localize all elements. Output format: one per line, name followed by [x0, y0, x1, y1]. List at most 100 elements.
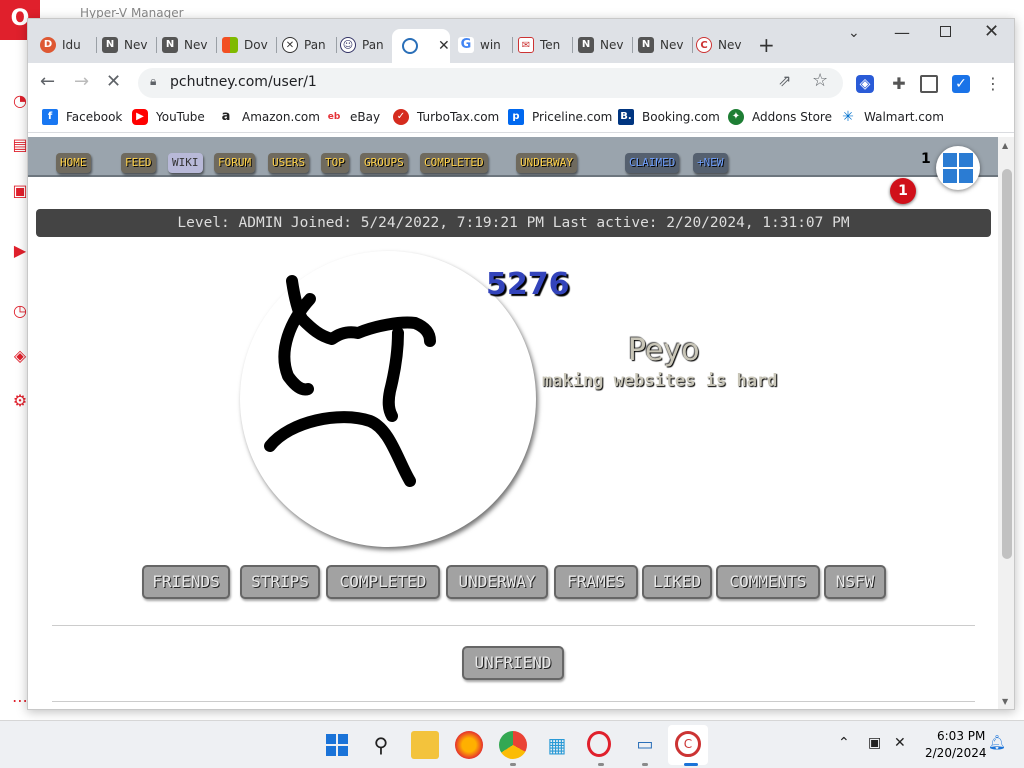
- pchutney-app-icon[interactable]: C: [675, 731, 701, 757]
- bookmark-star-icon[interactable]: ☆: [812, 70, 828, 91]
- bookmark-walmart[interactable]: ✳ Walmart.com: [840, 109, 944, 125]
- bookmarks-bar: f Facebook ▶ YouTube a Amazon.com eb eBa…: [28, 103, 1014, 133]
- tab-label: win: [480, 38, 501, 52]
- tab-4[interactable]: Dov: [222, 31, 274, 59]
- bookmark-booking[interactable]: B. Booking.com: [618, 109, 720, 125]
- nev-icon: C: [696, 37, 712, 53]
- hyperv-icon[interactable]: ▭: [631, 731, 659, 759]
- bookmark-label: TurboTax.com: [417, 110, 500, 124]
- tab-active[interactable]: ✕: [392, 29, 450, 63]
- menu-kebab-icon[interactable]: ⋮: [984, 75, 1002, 93]
- tab-label: Idu: [62, 38, 81, 52]
- tab-9[interactable]: ✉ Ten: [518, 31, 570, 59]
- volume-muted-icon[interactable]: ✕: [894, 735, 906, 751]
- extensions-puzzle-icon[interactable]: ✚: [890, 75, 908, 93]
- bookmark-turbotax[interactable]: ✓ TurboTax.com: [393, 109, 499, 125]
- tab-8[interactable]: G win: [458, 31, 510, 59]
- nav-home[interactable]: HOME: [56, 153, 91, 173]
- user-avatar-icon[interactable]: [936, 146, 980, 190]
- scroll-up-icon[interactable]: ▲: [1002, 141, 1008, 150]
- nav-underway[interactable]: UNDERWAY: [516, 153, 577, 173]
- chrome-icon[interactable]: [499, 731, 527, 759]
- url-text[interactable]: pchutney.com/user/1: [170, 74, 317, 90]
- comments-button[interactable]: COMMENTS: [716, 565, 820, 599]
- notification-badge[interactable]: 1: [890, 178, 916, 204]
- nav-users[interactable]: USERS: [268, 153, 310, 173]
- app-cube-icon[interactable]: ▦: [543, 731, 571, 759]
- tab-5[interactable]: ✕ Pan: [282, 31, 334, 59]
- turbotax-icon: ✓: [393, 109, 409, 125]
- shield-extension-icon[interactable]: ◈: [856, 75, 874, 93]
- nav-forum[interactable]: FORUM: [214, 153, 256, 173]
- bookmark-amazon[interactable]: a Amazon.com: [218, 109, 320, 125]
- tab-10[interactable]: N Nev: [578, 31, 630, 59]
- completed-button[interactable]: COMPLETED: [326, 565, 440, 599]
- tab-11[interactable]: N Nev: [638, 31, 690, 59]
- tab-search-chevron-icon[interactable]: ⌄: [848, 25, 860, 41]
- stop-loading-icon[interactable]: ✕: [106, 71, 121, 92]
- lock-icon[interactable]: 🔒︎: [150, 74, 156, 89]
- forward-arrow-icon[interactable]: →: [74, 71, 89, 92]
- tab-12[interactable]: C Nev: [696, 31, 748, 59]
- clock-time[interactable]: 6:03 PM: [937, 729, 985, 743]
- unfriend-button[interactable]: UNFRIEND: [462, 646, 564, 680]
- duckduckgo-icon: D: [40, 37, 56, 53]
- bookmark-label: Facebook: [66, 110, 123, 124]
- liked-button[interactable]: LIKED: [642, 565, 712, 599]
- underway-button[interactable]: UNDERWAY: [446, 565, 548, 599]
- close-window-button[interactable]: ✕: [984, 21, 999, 42]
- priceline-icon: p: [508, 109, 524, 125]
- bookmark-priceline[interactable]: p Priceline.com: [508, 109, 612, 125]
- address-bar[interactable]: 🔒︎ pchutney.com/user/1 ⇗ ☆: [138, 68, 843, 98]
- strips-button[interactable]: STRIPS: [240, 565, 320, 599]
- notification-count[interactable]: 1: [921, 151, 931, 167]
- file-explorer-icon[interactable]: [411, 731, 439, 759]
- bookmark-addons[interactable]: ✦ Addons Store: [728, 109, 832, 125]
- user-points: 5276: [486, 267, 570, 302]
- microsoft-icon: [222, 37, 238, 53]
- page-scrollbar[interactable]: ▲ ▼: [998, 137, 1014, 709]
- bookmark-facebook[interactable]: f Facebook: [42, 109, 122, 125]
- network-icon[interactable]: ▣: [868, 735, 881, 751]
- bookmark-ebay[interactable]: eb eBay: [326, 109, 380, 125]
- nav-completed[interactable]: COMPLETED: [420, 153, 488, 173]
- scroll-thumb[interactable]: [1002, 169, 1012, 559]
- frames-button[interactable]: FRAMES: [554, 565, 638, 599]
- close-tab-icon[interactable]: ✕: [438, 38, 450, 54]
- share-icon[interactable]: ⇗: [778, 71, 791, 90]
- tab-6[interactable]: ☺ Pan: [340, 31, 392, 59]
- nav-feed[interactable]: FEED: [121, 153, 156, 173]
- clock-date[interactable]: 2/20/2024: [925, 746, 987, 760]
- bookmark-youtube[interactable]: ▶ YouTube: [132, 109, 205, 125]
- divider: [52, 625, 975, 626]
- new-tab-button[interactable]: +: [758, 33, 775, 57]
- youtube-icon: ▶: [132, 109, 148, 125]
- firefox-icon[interactable]: [455, 731, 483, 759]
- nav-groups[interactable]: GROUPS: [360, 153, 408, 173]
- nav-new[interactable]: +NEW: [693, 153, 728, 173]
- friends-button[interactable]: FRIENDS: [142, 565, 230, 599]
- nsfw-button[interactable]: NSFW: [824, 565, 886, 599]
- notification-bell-icon[interactable]: 🔔︎: [988, 735, 1006, 751]
- tab-1[interactable]: D Idu: [40, 31, 92, 59]
- tab-label: Nev: [660, 38, 684, 52]
- google-icon: G: [458, 37, 474, 53]
- minimize-button[interactable]: —: [894, 23, 910, 42]
- back-arrow-icon[interactable]: ←: [40, 71, 55, 92]
- browser-toolbar: ← → ✕ 🔒︎ pchutney.com/user/1 ⇗ ☆ ◈ ✚ ✓ ⋮: [28, 63, 1014, 103]
- nav-wiki[interactable]: WIKI: [168, 153, 203, 173]
- nav-top[interactable]: TOP: [321, 153, 349, 173]
- tab-3[interactable]: N Nev: [162, 31, 214, 59]
- tab-2[interactable]: N Nev: [102, 31, 154, 59]
- maximize-button[interactable]: [940, 26, 951, 37]
- security-shield-icon[interactable]: ✓: [952, 75, 970, 93]
- opera-icon[interactable]: [587, 731, 611, 757]
- nav-claimed[interactable]: CLAIMED: [625, 153, 680, 173]
- search-icon[interactable]: ⚲: [367, 731, 395, 759]
- tray-chevron-up-icon[interactable]: ⌃: [838, 735, 850, 751]
- tab-label: Pan: [362, 38, 384, 52]
- scroll-down-icon[interactable]: ▼: [1002, 697, 1008, 706]
- notion-icon: N: [162, 37, 178, 53]
- start-windows-icon[interactable]: [323, 731, 351, 759]
- side-panel-icon[interactable]: [920, 75, 938, 93]
